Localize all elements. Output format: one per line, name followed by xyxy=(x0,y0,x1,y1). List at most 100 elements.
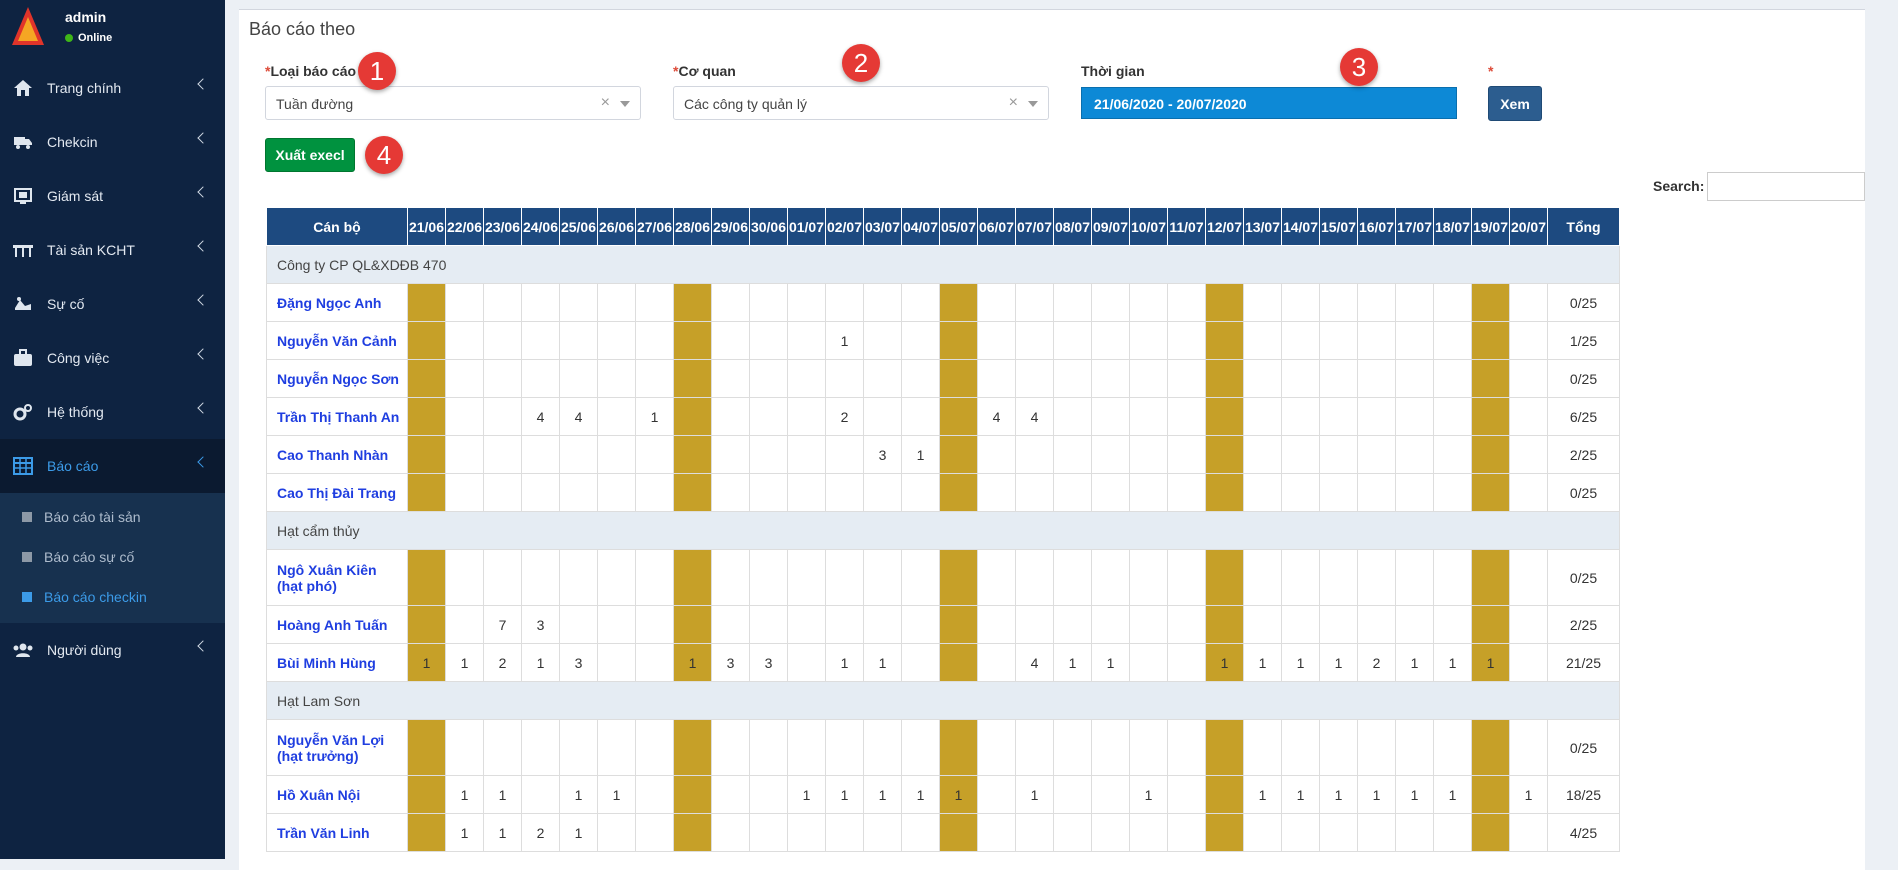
sidebar-menu: Trang chính Chekcin Giám sát Tài sản KCH… xyxy=(0,61,225,677)
column-header-date[interactable]: 26/06 xyxy=(597,207,636,246)
sidebar-item-label: Báo cáo xyxy=(47,458,99,474)
column-header-date[interactable]: 19/07 xyxy=(1471,207,1510,246)
column-header-date[interactable]: 13/07 xyxy=(1243,207,1282,246)
chevron-left-icon xyxy=(197,132,209,144)
search-input[interactable] xyxy=(1707,172,1865,201)
day-cell xyxy=(1015,283,1054,322)
report-type-select[interactable]: Tuần đường × xyxy=(265,86,641,120)
column-header-date[interactable]: 01/07 xyxy=(787,207,826,246)
column-header-date[interactable]: 25/06 xyxy=(559,207,598,246)
sidebar-item-trang-chinh[interactable]: Trang chính xyxy=(0,61,225,115)
staff-name-link[interactable]: Cao Thanh Nhàn xyxy=(266,435,408,474)
agency-label: *Cơ quan xyxy=(673,63,736,79)
column-header-date[interactable]: 28/06 xyxy=(673,207,712,246)
column-header-date[interactable]: 10/07 xyxy=(1129,207,1168,246)
sidebar-item-chekcin[interactable]: Chekcin xyxy=(0,115,225,169)
sidebar-item-he-thong[interactable]: Hệ thống xyxy=(0,385,225,439)
sidebar-item-cong-viec[interactable]: Công việc xyxy=(0,331,225,385)
staff-name-link[interactable]: Cao Thị Đài Trang xyxy=(266,473,408,512)
sidebar-item-su-co[interactable]: Sự cố xyxy=(0,277,225,331)
staff-name-link[interactable]: Đặng Ngọc Anh xyxy=(266,283,408,322)
staff-name-link[interactable]: Nguyễn Văn Lợi (hạt trưởng) xyxy=(266,719,408,776)
clear-icon[interactable]: × xyxy=(601,94,610,112)
day-cell xyxy=(407,359,446,398)
staff-name: Nguyễn Văn Lợi xyxy=(277,731,385,748)
day-cell xyxy=(1129,643,1168,682)
day-cell xyxy=(1357,605,1396,644)
column-header-date[interactable]: 04/07 xyxy=(901,207,940,246)
staff-name-link[interactable]: Nguyễn Ngọc Sơn xyxy=(266,359,408,398)
agency-select[interactable]: Các công ty quản lý × xyxy=(673,86,1049,120)
column-header-date[interactable]: 12/07 xyxy=(1205,207,1244,246)
sidebar-item-label: Hệ thống xyxy=(47,404,104,420)
column-header-date[interactable]: 27/06 xyxy=(635,207,674,246)
clear-icon[interactable]: × xyxy=(1009,94,1018,112)
day-cell xyxy=(1243,397,1282,436)
column-header-date[interactable]: 18/07 xyxy=(1433,207,1472,246)
total-cell: 2/25 xyxy=(1547,605,1620,644)
day-cell xyxy=(749,473,788,512)
column-header-date[interactable]: 20/07 xyxy=(1509,207,1548,246)
column-header-date[interactable]: 09/07 xyxy=(1091,207,1130,246)
staff-name-link[interactable]: Hoàng Anh Tuấn xyxy=(266,605,408,644)
sidebar-item-bao-cao[interactable]: Báo cáo xyxy=(0,439,225,493)
caret-down-icon[interactable] xyxy=(1028,101,1038,107)
staff-name-link[interactable]: Trần Thị Thanh An xyxy=(266,397,408,436)
column-header-date[interactable]: 14/07 xyxy=(1281,207,1320,246)
column-header-date[interactable]: 16/07 xyxy=(1357,207,1396,246)
sidebar-item-tai-san-kcht[interactable]: Tài sản KCHT xyxy=(0,223,225,277)
submenu-item-bao-cao-tai-san[interactable]: Báo cáo tài sản xyxy=(0,497,225,537)
day-cell xyxy=(749,775,788,814)
day-cell xyxy=(977,359,1016,398)
day-cell xyxy=(977,283,1016,322)
day-cell xyxy=(1091,397,1130,436)
sidebar-item-nguoi-dung[interactable]: Người dùng xyxy=(0,623,225,677)
day-cell: 3 xyxy=(559,643,598,682)
date-range-input[interactable]: 21/06/2020 - 20/07/2020 xyxy=(1081,87,1457,119)
group-label: Công ty CP QL&XDĐB 470 xyxy=(266,245,1620,284)
users-icon xyxy=(12,639,34,661)
staff-name-link[interactable]: Bùi Minh Hùng xyxy=(266,643,408,682)
column-header-date[interactable]: 23/06 xyxy=(483,207,522,246)
staff-name-link[interactable]: Ngô Xuân Kiên (hạt phó) xyxy=(266,549,408,606)
column-header-date[interactable]: 02/07 xyxy=(825,207,864,246)
column-header-date[interactable]: 03/07 xyxy=(863,207,902,246)
column-header-date[interactable]: 17/07 xyxy=(1395,207,1434,246)
annotation-badge-2: 2 xyxy=(842,44,880,82)
column-header-date[interactable]: 08/07 xyxy=(1053,207,1092,246)
column-header-can-bo[interactable]: Cán bộ xyxy=(266,207,408,246)
column-header-tong[interactable]: Tổng xyxy=(1547,207,1620,246)
view-button[interactable]: Xem xyxy=(1488,86,1542,121)
column-header-date[interactable]: 30/06 xyxy=(749,207,788,246)
day-cell xyxy=(1243,359,1282,398)
day-cell xyxy=(407,473,446,512)
column-header-date[interactable]: 29/06 xyxy=(711,207,750,246)
day-cell xyxy=(673,813,712,852)
submenu-label: Báo cáo checkin xyxy=(44,589,147,605)
day-cell xyxy=(407,321,446,360)
column-header-date[interactable]: 22/06 xyxy=(445,207,484,246)
export-excel-button[interactable]: Xuất execl xyxy=(265,138,355,172)
column-header-date[interactable]: 24/06 xyxy=(521,207,560,246)
day-cell xyxy=(711,719,750,776)
annotation-badge-1: 1 xyxy=(358,52,396,90)
column-header-date[interactable]: 11/07 xyxy=(1167,207,1206,246)
day-cell xyxy=(673,397,712,436)
column-header-date[interactable]: 21/06 xyxy=(407,207,446,246)
sidebar-item-giam-sat[interactable]: Giám sát xyxy=(0,169,225,223)
column-header-date[interactable]: 07/07 xyxy=(1015,207,1054,246)
staff-name-link[interactable]: Nguyễn Văn Cảnh xyxy=(266,321,408,360)
day-cell xyxy=(673,605,712,644)
day-cell xyxy=(1395,719,1434,776)
day-cell xyxy=(483,719,522,776)
day-cell xyxy=(559,549,598,606)
staff-name-link[interactable]: Hồ Xuân Nội xyxy=(266,775,408,814)
column-header-date[interactable]: 05/07 xyxy=(939,207,978,246)
submenu-item-bao-cao-su-co[interactable]: Báo cáo sự cố xyxy=(0,537,225,577)
column-header-date[interactable]: 15/07 xyxy=(1319,207,1358,246)
staff-name-link[interactable]: Trần Văn Linh xyxy=(266,813,408,852)
submenu-item-bao-cao-checkin[interactable]: Báo cáo checkin xyxy=(0,577,225,617)
day-cell xyxy=(559,321,598,360)
column-header-date[interactable]: 06/07 xyxy=(977,207,1016,246)
caret-down-icon[interactable] xyxy=(620,101,630,107)
